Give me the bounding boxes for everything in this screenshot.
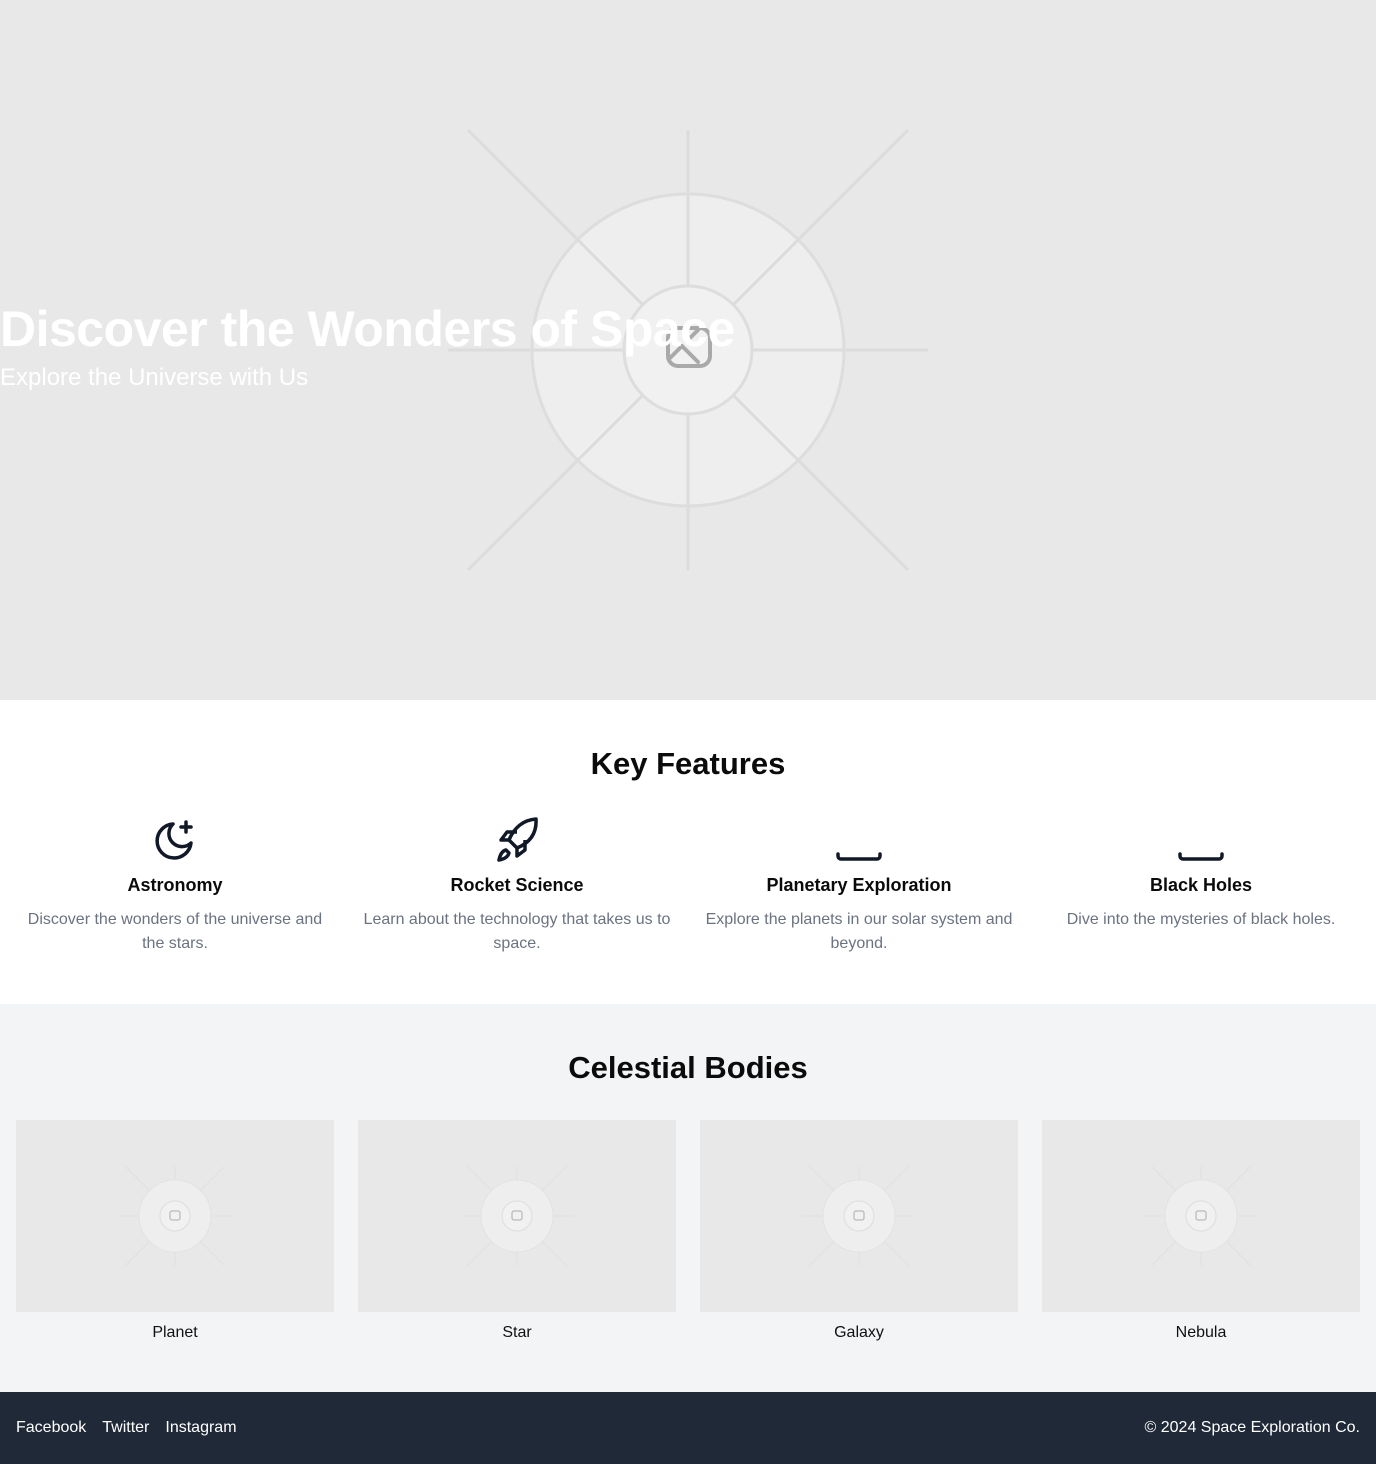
celestial-image xyxy=(1042,1120,1360,1312)
feature-card-planetary-exploration: Planetary Exploration Explore the planet… xyxy=(700,816,1018,956)
celestial-section: Celestial Bodies Planet Star Galaxy Nebu… xyxy=(0,1004,1376,1392)
footer-copyright: © 2024 Space Exploration Co. xyxy=(1144,1419,1360,1436)
feature-title: Astronomy xyxy=(127,875,223,895)
feature-card-astronomy: Astronomy Discover the wonders of the un… xyxy=(16,816,334,956)
celestial-card-nebula[interactable]: Nebula xyxy=(1042,1120,1360,1343)
feature-description: Explore the planets in our solar system … xyxy=(705,911,1013,952)
celestial-label: Nebula xyxy=(1175,1324,1227,1341)
footer: Facebook Twitter Instagram © 2024 Space … xyxy=(0,1392,1376,1464)
footer-links: Facebook Twitter Instagram xyxy=(16,1418,237,1438)
feature-description: Dive into the mysteries of black holes. xyxy=(1066,911,1336,928)
celestial-title: Celestial Bodies xyxy=(568,1050,808,1085)
celestial-image xyxy=(16,1120,334,1312)
celestial-card-planet[interactable]: Planet xyxy=(16,1120,334,1343)
celestial-label: Planet xyxy=(152,1324,198,1341)
feature-description: Discover the wonders of the universe and… xyxy=(27,911,323,952)
celestial-card-galaxy[interactable]: Galaxy xyxy=(700,1120,1018,1343)
feature-title: Rocket Science xyxy=(450,875,584,895)
celestial-image xyxy=(358,1120,676,1312)
footer-link-facebook[interactable]: Facebook xyxy=(16,1418,86,1438)
feature-card-black-holes: Black Holes Dive into the mysteries of b… xyxy=(1042,816,1360,956)
celestial-label: Star xyxy=(502,1324,532,1341)
moon-star-icon xyxy=(155,820,193,860)
image-placeholder-icon xyxy=(119,1165,231,1267)
celestial-card-star[interactable]: Star xyxy=(358,1120,676,1343)
planet-icon xyxy=(836,852,882,861)
hero-subtitle: Explore the Universe with Us xyxy=(0,364,309,391)
celestial-grid: Planet Star Galaxy Nebula xyxy=(16,1120,1360,1343)
image-placeholder-icon xyxy=(803,1165,915,1267)
black-hole-icon xyxy=(1178,852,1224,861)
celestial-image xyxy=(700,1120,1018,1312)
feature-description: Learn about the technology that takes us… xyxy=(363,911,671,952)
feature-title: Black Holes xyxy=(1149,875,1253,895)
hero-section: Discover the Wonders of Space Explore th… xyxy=(0,0,1376,700)
footer-link-instagram[interactable]: Instagram xyxy=(165,1418,236,1438)
hero-title: Discover the Wonders of Space xyxy=(0,301,735,357)
features-section: Key Features Astronomy Discover the wond… xyxy=(0,700,1376,1004)
celestial-label: Galaxy xyxy=(834,1324,884,1341)
feature-title: Planetary Exploration xyxy=(766,875,952,895)
image-placeholder-icon xyxy=(461,1165,573,1267)
rocket-icon xyxy=(497,817,538,862)
feature-card-rocket-science: Rocket Science Learn about the technolog… xyxy=(358,816,676,956)
image-placeholder-icon xyxy=(1145,1165,1257,1267)
features-title: Key Features xyxy=(590,746,786,781)
footer-link-twitter[interactable]: Twitter xyxy=(102,1418,149,1438)
features-grid: Astronomy Discover the wonders of the un… xyxy=(16,816,1360,956)
